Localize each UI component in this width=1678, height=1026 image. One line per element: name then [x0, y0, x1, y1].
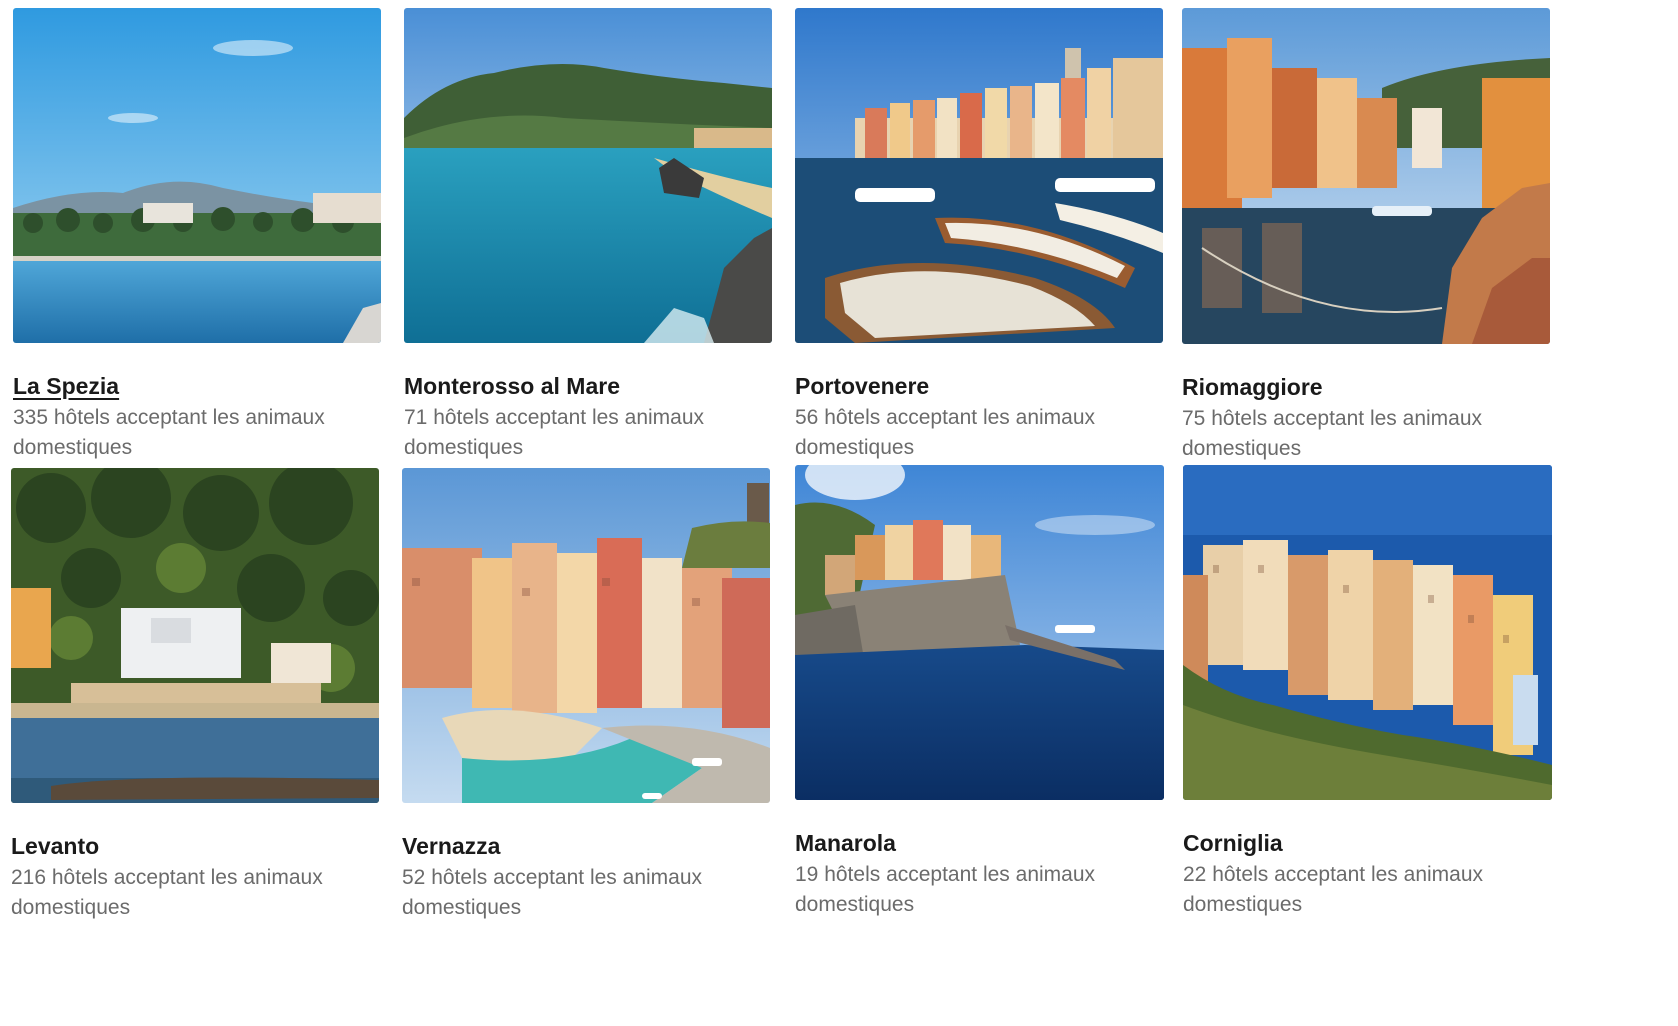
destination-card-monterosso[interactable]: Monterosso al Mare 71 hôtels acceptant l…	[404, 8, 772, 463]
destination-title[interactable]: La Spezia	[13, 371, 119, 401]
destination-image[interactable]	[1182, 8, 1550, 344]
destination-hotel-count: 75 hôtels acceptant les animaux domestiq…	[1182, 407, 1483, 460]
destination-image[interactable]	[13, 8, 381, 343]
destination-title[interactable]: Riomaggiore	[1182, 372, 1323, 402]
manarola-photo	[795, 465, 1164, 800]
destination-hotel-count: 19 hôtels acceptant les animaux domestiq…	[795, 863, 1096, 916]
destination-hotel-count: 216 hôtels acceptant les animaux domesti…	[11, 866, 323, 919]
destination-image[interactable]	[402, 468, 770, 803]
destination-card-portovenere[interactable]: Portovenere 56 hôtels acceptant les anim…	[795, 8, 1163, 463]
vernazza-photo	[402, 468, 770, 803]
destination-title[interactable]: Portovenere	[795, 371, 929, 401]
destination-image[interactable]	[795, 465, 1164, 800]
destination-title[interactable]: Manarola	[795, 828, 896, 858]
destination-hotel-count: 335 hôtels acceptant les animaux domesti…	[13, 406, 325, 459]
destination-hotel-count: 52 hôtels acceptant les animaux domestiq…	[402, 866, 703, 919]
destination-card-la-spezia[interactable]: La Spezia 335 hôtels acceptant les anima…	[13, 8, 381, 463]
destination-card-riomaggiore[interactable]: Riomaggiore 75 hôtels acceptant les anim…	[1182, 8, 1550, 464]
levanto-photo	[11, 468, 379, 803]
la-spezia-photo	[13, 8, 381, 343]
destination-hotel-count: 56 hôtels acceptant les animaux domestiq…	[795, 406, 1096, 459]
destination-hotel-count: 71 hôtels acceptant les animaux domestiq…	[404, 406, 705, 459]
destination-card-vernazza[interactable]: Vernazza 52 hôtels acceptant les animaux…	[402, 468, 770, 923]
destination-hotel-count: 22 hôtels acceptant les animaux domestiq…	[1183, 863, 1484, 916]
portovenere-photo	[795, 8, 1163, 343]
monterosso-photo	[404, 8, 772, 343]
destination-title[interactable]: Vernazza	[402, 831, 500, 861]
destination-image[interactable]	[11, 468, 379, 803]
corniglia-photo	[1183, 465, 1552, 800]
destination-card-manarola[interactable]: Manarola 19 hôtels acceptant les animaux…	[795, 465, 1164, 920]
destination-image[interactable]	[1183, 465, 1552, 800]
destination-card-corniglia[interactable]: Corniglia 22 hôtels acceptant les animau…	[1183, 465, 1552, 920]
destination-title[interactable]: Monterosso al Mare	[404, 371, 620, 401]
destination-title[interactable]: Levanto	[11, 831, 99, 861]
destination-title[interactable]: Corniglia	[1183, 828, 1283, 858]
destination-image[interactable]	[404, 8, 772, 343]
destination-image[interactable]	[795, 8, 1163, 343]
destination-card-levanto[interactable]: Levanto 216 hôtels acceptant les animaux…	[11, 468, 379, 923]
riomaggiore-photo	[1182, 8, 1550, 344]
